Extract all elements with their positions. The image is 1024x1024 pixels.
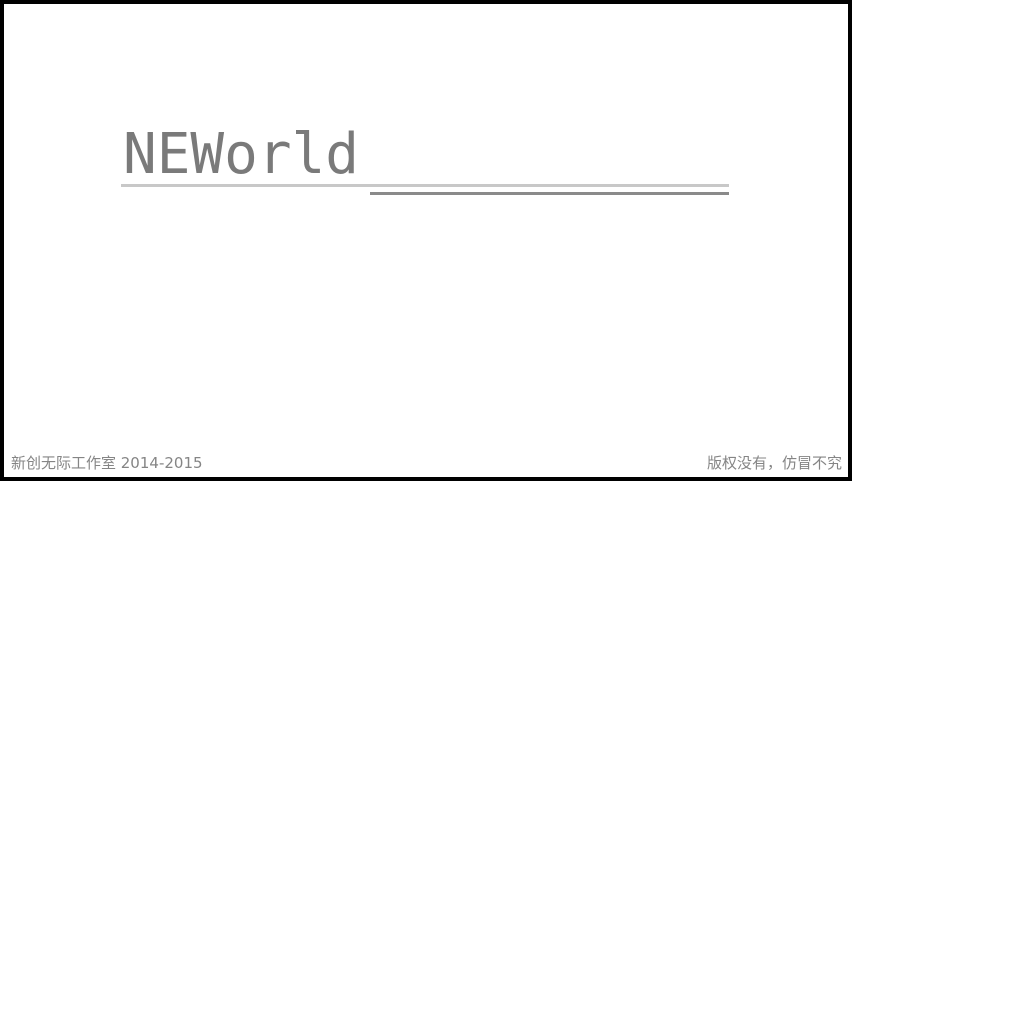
splash-window: NEWorld 新创无际工作室 2014-2015 版权没有，仿冒不究 bbox=[0, 0, 852, 481]
loading-progress-fill bbox=[370, 192, 729, 195]
loading-progress-track bbox=[121, 184, 729, 187]
splash-logo-area: NEWorld bbox=[121, 122, 729, 198]
copyright-notice: 版权没有，仿冒不究 bbox=[706, 454, 842, 472]
studio-credit: 新创无际工作室 2014-2015 bbox=[11, 454, 203, 472]
app-title: NEWorld bbox=[123, 122, 360, 187]
